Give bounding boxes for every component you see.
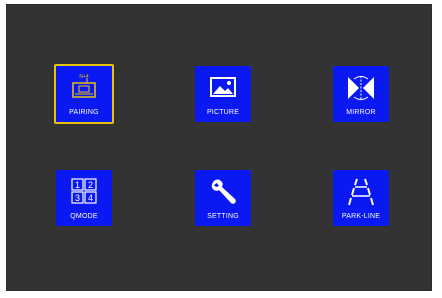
svg-text:3: 3: [75, 193, 80, 203]
menu-screen: N+4 PAIRING PICTURE MIRROR 1 2 3 4 QMODE…: [6, 4, 432, 291]
svg-text:2: 2: [88, 180, 93, 190]
picture-button[interactable]: PICTURE: [195, 66, 251, 122]
mirror-label: MIRROR: [346, 109, 376, 116]
park-line-label: PARK-LINE: [341, 213, 381, 220]
setting-button[interactable]: SETTING: [195, 170, 251, 226]
wrench-icon: [208, 178, 238, 206]
park-line-icon: [346, 178, 376, 206]
mirror-icon: [346, 74, 376, 102]
svg-text:4: 4: [88, 193, 93, 203]
qmode-icon: 1 2 3 4: [69, 178, 99, 206]
pairing-button[interactable]: N+4 PAIRING: [54, 64, 114, 124]
svg-text:1: 1: [75, 180, 80, 190]
qmode-label: QMODE: [70, 213, 98, 220]
setting-label: SETTING: [207, 213, 239, 220]
park-line-button[interactable]: PARK-LINE: [333, 170, 389, 226]
picture-icon: [208, 74, 238, 102]
picture-label: PICTURE: [206, 109, 240, 116]
pairing-label: PAIRING: [69, 109, 99, 116]
pairing-icon: N+4: [69, 72, 99, 100]
qmode-button[interactable]: 1 2 3 4 QMODE: [56, 170, 112, 226]
mirror-button[interactable]: MIRROR: [333, 66, 389, 122]
